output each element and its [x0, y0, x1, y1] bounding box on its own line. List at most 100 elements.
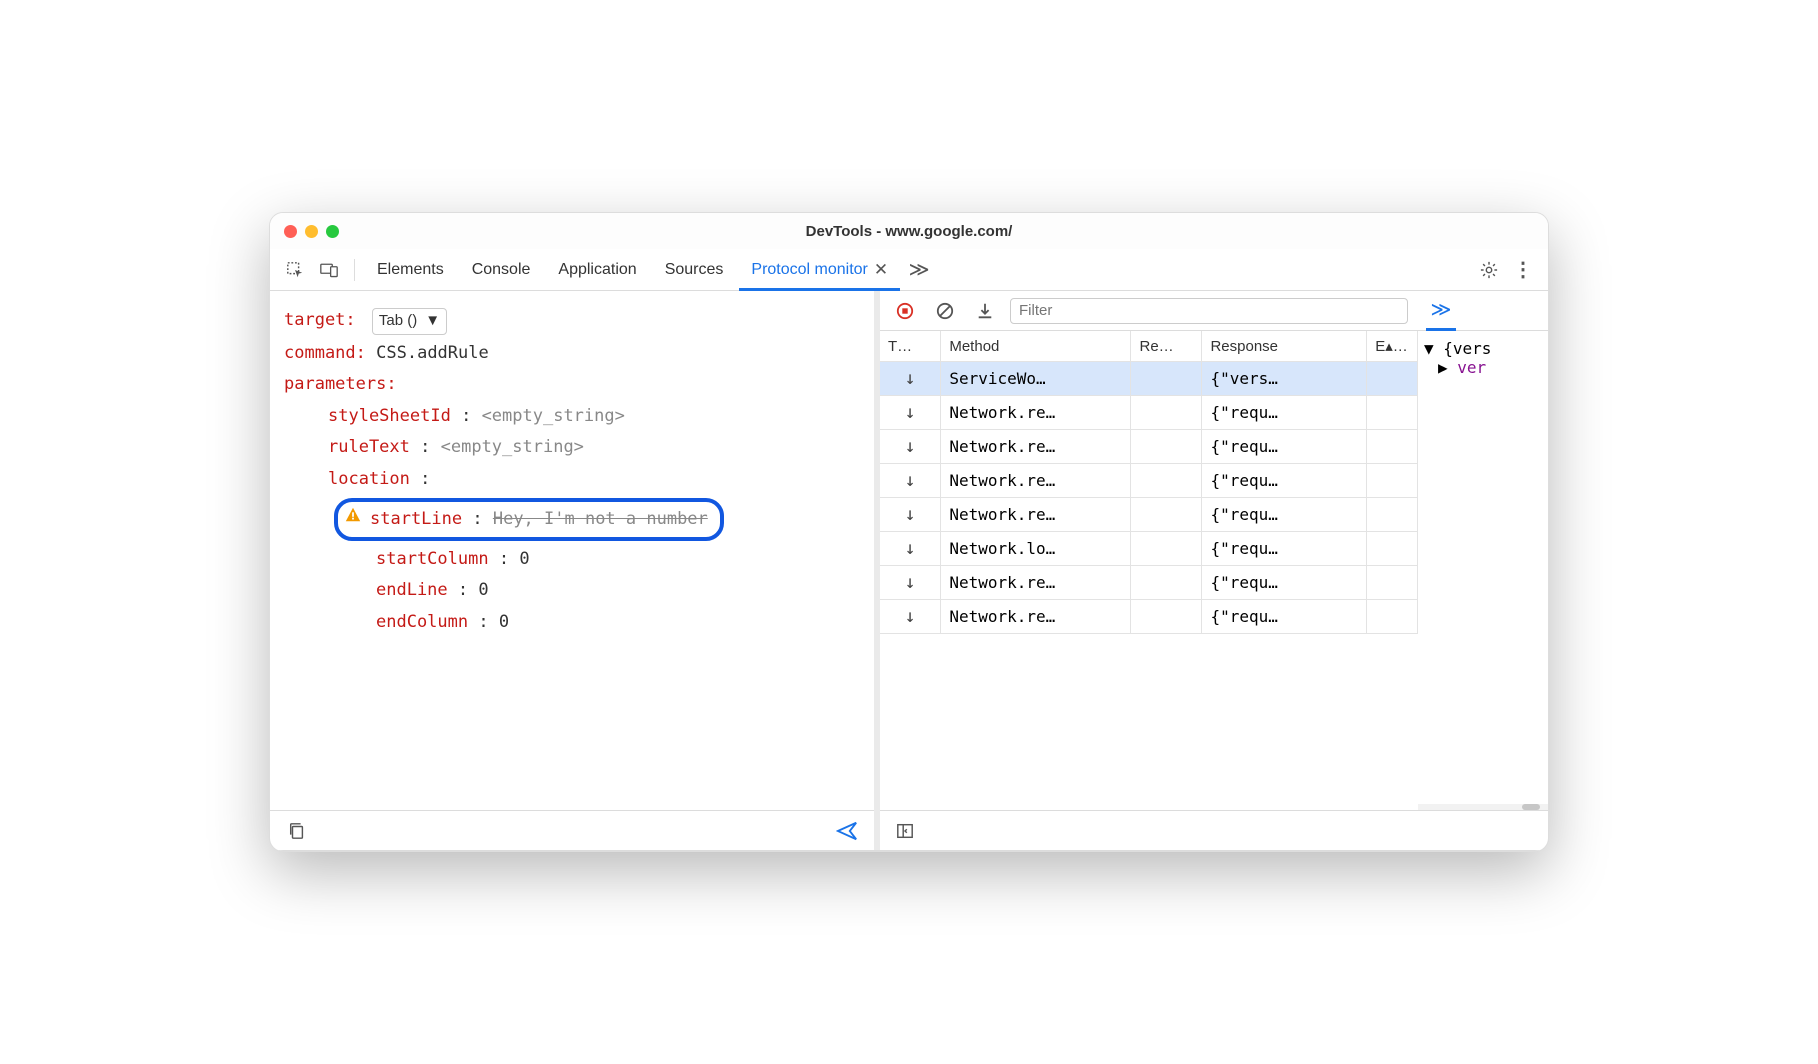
chevron-down-icon: ▼ — [425, 310, 440, 333]
table-row[interactable]: ↓ Network.lo… {"requ… — [880, 532, 1418, 566]
cell-request — [1131, 566, 1202, 600]
maximize-window-button[interactable] — [326, 225, 339, 238]
cell-response: {"requ… — [1202, 396, 1367, 430]
filter-input[interactable] — [1010, 298, 1408, 324]
cell-request — [1131, 600, 1202, 634]
command-value[interactable]: CSS.addRule — [376, 343, 489, 363]
titlebar: DevTools - www.google.com/ — [270, 213, 1548, 249]
param-key: endLine — [376, 580, 448, 600]
arrow-down-icon: ↓ — [905, 470, 916, 491]
param-value[interactable]: 0 — [499, 612, 509, 632]
param-value[interactable]: <empty_string> — [441, 437, 584, 457]
table-row[interactable]: ↓ Network.re… {"requ… — [880, 566, 1418, 600]
cell-request — [1131, 396, 1202, 430]
cell-request — [1131, 532, 1202, 566]
more-tabs-icon[interactable]: ≫ — [904, 255, 934, 285]
tab-protocol-monitor[interactable]: Protocol monitor ✕ — [739, 249, 900, 291]
table-row[interactable]: ↓Network.re…{"requ… — [880, 600, 1418, 634]
monitor-footer — [880, 810, 1418, 850]
col-response[interactable]: Response — [1202, 331, 1367, 362]
arrow-down-icon: ↓ — [905, 538, 916, 559]
col-type[interactable]: T… — [880, 331, 941, 362]
arrow-down-icon: ↓ — [905, 606, 916, 627]
cell-response: {"requ… — [1202, 532, 1367, 566]
tab-sources[interactable]: Sources — [653, 249, 736, 291]
target-label: target: — [284, 310, 356, 330]
param-key: endColumn — [376, 612, 468, 632]
arrow-down-icon: ↓ — [905, 572, 916, 593]
monitor-toolbar — [880, 291, 1418, 331]
settings-icon[interactable] — [1474, 255, 1504, 285]
command-editor-panel: target: Tab () ▼ command: CSS.addRule pa… — [270, 291, 880, 850]
main-toolbar: Elements Console Application Sources Pro… — [270, 249, 1548, 291]
cell-method: ServiceWo… — [941, 362, 1131, 396]
col-method[interactable]: Method — [941, 331, 1131, 362]
cell-elapsed — [1367, 566, 1418, 600]
param-value[interactable]: 0 — [478, 580, 488, 600]
table-row[interactable]: ↓Network.re…{"requ… — [880, 498, 1418, 532]
tab-console[interactable]: Console — [460, 249, 543, 291]
command-label: command: — [284, 343, 366, 363]
param-value[interactable]: 0 — [519, 549, 529, 569]
command-editor-body: target: Tab () ▼ command: CSS.addRule pa… — [270, 291, 874, 810]
arrow-down-icon: ↓ — [905, 402, 916, 423]
tree-root[interactable]: ▼ {{versvers — [1424, 339, 1542, 358]
close-icon[interactable]: ✕ — [874, 260, 888, 280]
param-key: styleSheetId — [328, 406, 451, 426]
cell-elapsed — [1367, 430, 1418, 464]
table-row[interactable]: ↓ServiceWo…{"vers… — [880, 362, 1418, 396]
minimize-window-button[interactable] — [305, 225, 318, 238]
cell-elapsed — [1367, 600, 1418, 634]
cell-response: {"requ… — [1202, 498, 1367, 532]
cell-response: {"requ… — [1202, 464, 1367, 498]
cell-elapsed — [1367, 532, 1418, 566]
horizontal-scrollbar[interactable] — [1418, 804, 1548, 810]
tab-application[interactable]: Application — [546, 249, 648, 291]
cell-method: Network.re… — [941, 464, 1131, 498]
tab-elements[interactable]: Elements — [365, 249, 456, 291]
cell-method: Network.re… — [941, 600, 1131, 634]
save-icon[interactable] — [970, 296, 1000, 326]
content-area: target: Tab () ▼ command: CSS.addRule pa… — [270, 291, 1548, 851]
target-select[interactable]: Tab () ▼ — [372, 308, 447, 335]
traffic-lights — [284, 225, 339, 238]
arrow-down-icon: ↓ — [905, 368, 916, 389]
window-title: DevTools - www.google.com/ — [270, 223, 1548, 240]
tree-child[interactable]: ▶ ver — [1424, 358, 1542, 377]
device-toggle-icon[interactable] — [314, 255, 344, 285]
cell-request — [1131, 430, 1202, 464]
cell-method: Network.lo… — [941, 532, 1131, 566]
clear-button[interactable] — [930, 296, 960, 326]
param-key: startColumn — [376, 549, 489, 569]
details-footer — [1418, 810, 1548, 850]
cell-elapsed — [1367, 396, 1418, 430]
cell-response: {"requ… — [1202, 566, 1367, 600]
record-button[interactable] — [890, 296, 920, 326]
table-row[interactable]: ↓Network.re…{"requ… — [880, 430, 1418, 464]
inspect-element-icon[interactable] — [280, 255, 310, 285]
col-elapsed[interactable]: E▴… — [1367, 331, 1418, 362]
more-side-tabs-icon[interactable]: ≫ — [1426, 291, 1456, 331]
col-request[interactable]: Re… — [1131, 331, 1202, 362]
copy-icon[interactable] — [282, 816, 312, 846]
parameters-label: parameters: — [284, 374, 397, 394]
param-value-invalid[interactable]: Hey, I'm not a number — [493, 507, 708, 533]
arrow-down-icon: ↓ — [905, 436, 916, 457]
details-tabs: ≫ — [1418, 291, 1548, 331]
param-value[interactable]: <empty_string> — [482, 406, 625, 426]
table-row[interactable]: ↓ Network.re… {"requ… — [880, 464, 1418, 498]
cell-method: Network.re… — [941, 566, 1131, 600]
cell-elapsed — [1367, 464, 1418, 498]
cell-method: Network.re… — [941, 396, 1131, 430]
close-window-button[interactable] — [284, 225, 297, 238]
tab-label: Protocol monitor — [751, 261, 868, 279]
separator — [354, 259, 355, 281]
kebab-menu-icon[interactable]: ⋮ — [1508, 255, 1538, 285]
devtools-window: DevTools - www.google.com/ Elements Cons… — [269, 212, 1549, 852]
details-body: ▼ {{versvers ▶ ver — [1418, 331, 1548, 385]
toggle-drawer-icon[interactable] — [890, 816, 920, 846]
cell-method: Network.re… — [941, 498, 1131, 532]
cell-elapsed — [1367, 498, 1418, 532]
send-command-button[interactable] — [832, 816, 862, 846]
table-row[interactable]: ↓ Network.re… {"requ… — [880, 396, 1418, 430]
